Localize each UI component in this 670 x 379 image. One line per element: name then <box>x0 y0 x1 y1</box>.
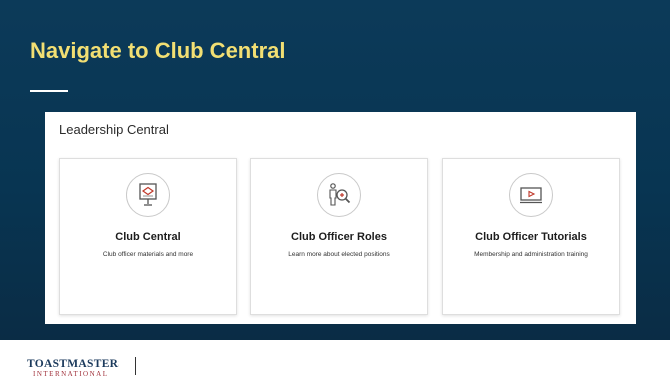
video-play-icon <box>509 173 553 217</box>
club-officer-tutorials-card[interactable]: Club Officer Tutorials Membership and ad… <box>442 158 620 315</box>
panel-heading: Leadership Central <box>59 122 169 137</box>
footer-divider <box>135 357 136 375</box>
card-title: Club Officer Roles <box>291 231 387 243</box>
club-officer-roles-card[interactable]: Club Officer Roles Learn more about elec… <box>250 158 428 315</box>
leadership-central-panel: Leadership Central Club Central Club off… <box>45 112 636 324</box>
person-magnifier-icon <box>317 173 361 217</box>
slide-title: Navigate to Club Central <box>30 38 286 63</box>
card-description: Membership and administration training <box>474 251 588 258</box>
club-central-card[interactable]: Club Central Club officer materials and … <box>59 158 237 315</box>
presentation-board-icon <box>126 173 170 217</box>
title-underline <box>30 90 68 92</box>
toastmasters-logo: TOASTMASTERS INTERNATIONAL <box>27 358 119 378</box>
card-description: Learn more about elected positions <box>288 251 390 258</box>
card-description: Club officer materials and more <box>102 251 194 258</box>
card-title: Club Officer Tutorials <box>475 231 587 243</box>
card-title: Club Central <box>115 231 181 243</box>
footer-bar: TOASTMASTERS INTERNATIONAL <box>0 340 670 379</box>
logo-subtitle: INTERNATIONAL <box>33 370 109 378</box>
slide-background: Navigate to Club Central Leadership Cent… <box>0 0 670 340</box>
logo-wordmark: TOASTMASTERS <box>27 358 119 370</box>
